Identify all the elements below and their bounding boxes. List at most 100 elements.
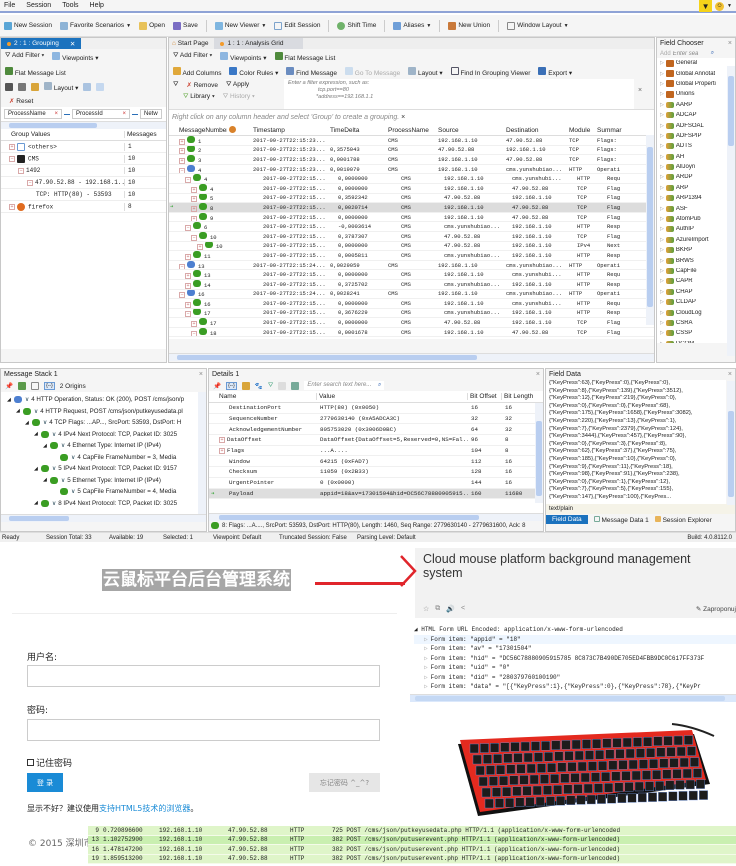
filter-expression-input[interactable]: Enter a filter expression, such as: tcp.… — [284, 79, 634, 109]
field-chooser-item[interactable]: ▷CAPR — [657, 276, 735, 286]
grid-horizontal-scrollbar[interactable] — [169, 353, 654, 361]
close-icon[interactable]: × — [728, 40, 732, 47]
expand-icon[interactable]: ▷ — [660, 258, 664, 264]
username-input[interactable] — [27, 665, 380, 687]
field-chooser-item[interactable]: ▷ASF — [657, 203, 735, 213]
properties-icon[interactable] — [242, 382, 250, 390]
grid-row[interactable]: +162017-09-27T22:15...0,0000000CMS192.16… — [169, 299, 654, 309]
grid-col-messagenumber[interactable]: MessageNumber — [169, 127, 227, 134]
share-icon[interactable]: < — [461, 605, 465, 613]
grid-row[interactable]: +42017-09-27T22:15...0,0000000CMS192.168… — [169, 184, 654, 194]
details-row[interactable]: UrgentPointer0 (0x0000)14416 — [209, 478, 543, 489]
open-button[interactable]: Open — [139, 22, 165, 30]
collapse-icon[interactable]: − — [185, 311, 191, 317]
password-input[interactable] — [27, 719, 380, 741]
collapse-icon[interactable]: − — [179, 292, 185, 298]
field-chooser-item[interactable]: ▷ARDP — [657, 172, 735, 182]
forgot-password-button[interactable]: 忘记密码 ^_^? — [309, 773, 380, 792]
field-data-scrollbar[interactable] — [727, 381, 735, 505]
html5-browser-link[interactable]: 支持HTML5技术的浏览器 — [99, 804, 190, 813]
expand-icon[interactable]: + — [191, 321, 197, 327]
new-session-button[interactable]: New Session — [4, 22, 52, 30]
paste-icon[interactable] — [18, 83, 26, 91]
grid-row[interactable]: +22017-09-27T22:15:23...0,3575043CMS47.9… — [169, 146, 654, 156]
tab-message-data[interactable]: Message Data 1 — [594, 516, 649, 524]
grid-row[interactable]: +142017-09-27T22:15...0,3725702CMScms.yu… — [169, 280, 654, 290]
grid-col-processname[interactable]: ProcessName — [386, 127, 436, 134]
field-chooser-item[interactable]: ▷AuthIP — [657, 224, 735, 234]
expand-icon[interactable]: + — [191, 187, 197, 193]
grid-row[interactable]: −42017-09-27T22:15:23...0,0019079CMS192.… — [169, 165, 654, 175]
close-icon[interactable]: × — [199, 371, 203, 378]
expand-icon[interactable]: ▷ — [660, 154, 664, 160]
filter-icon[interactable]: ▼ — [699, 0, 712, 12]
field-chooser-item[interactable]: ▷ADFSOAL — [657, 120, 735, 130]
expand-icon[interactable]: + — [185, 273, 191, 279]
grid-col-module[interactable]: Module — [567, 127, 595, 134]
col-name[interactable]: Name — [209, 393, 317, 400]
feedback-smiley-icon[interactable]: ☺ — [715, 2, 724, 11]
group-row[interactable]: +firefox8 — [1, 201, 166, 213]
remember-checkbox[interactable] — [27, 759, 34, 766]
layout-button[interactable]: Layout ▾ — [44, 82, 78, 92]
expand-icon[interactable]: ▷ — [660, 102, 664, 108]
history-button[interactable]: ⛛ History ▾ — [223, 93, 255, 101]
collapse-icon[interactable]: ◢ — [16, 408, 20, 414]
form-item-row[interactable]: ▷Form item: "av" = "17301504" — [414, 644, 736, 654]
flat-message-list-button[interactable]: Flat Message List — [1, 65, 166, 79]
collapse-icon[interactable]: − — [185, 177, 191, 183]
expand-icon[interactable]: + — [179, 139, 185, 145]
field-chooser-item[interactable]: ▷Global Properti — [657, 79, 735, 89]
new-viewer-button[interactable]: New Viewer▼ — [215, 22, 267, 30]
grid-row[interactable]: +32017-09-27T22:15:23...0,0001788CMS192.… — [169, 155, 654, 165]
expand-collapse-icon[interactable]: {--} — [226, 382, 237, 390]
message-stack-scrollbar[interactable] — [1, 514, 206, 522]
group-row[interactable]: −149210 — [1, 165, 166, 177]
stack-row[interactable]: ◢∨4 IPv4 Next Protocol: TCP, Packet ID: … — [1, 429, 206, 441]
tab-session-explorer[interactable]: Session Explorer — [655, 516, 712, 524]
expand-icon[interactable]: ▷ — [660, 81, 664, 87]
group-row[interactable]: −CMS10 — [1, 153, 166, 165]
expand-icon[interactable]: ▷ — [660, 164, 664, 170]
field-chooser-item[interactable]: ▷CSRA — [657, 318, 735, 328]
grid-row[interactable]: −42017-09-27T22:15...0,0000000CMS192.168… — [169, 174, 654, 184]
group-row[interactable]: +<others>1 — [1, 141, 166, 153]
details-horizontal-scrollbar[interactable] — [209, 513, 543, 521]
stack-row[interactable]: ∨5 CapFile FrameNumber = 4, Media — [1, 486, 206, 498]
group-chip-network[interactable]: Netw — [140, 109, 162, 119]
filter-toggle-icon[interactable] — [96, 83, 104, 91]
reset-button[interactable]: ✗ Reset — [1, 95, 166, 107]
grid-row[interactable]: −102017-09-27T22:15...0,3787307CMS47.90.… — [169, 232, 654, 242]
collapse-icon[interactable]: ◢ — [34, 431, 38, 437]
copy-icon[interactable]: ⧉ — [435, 605, 440, 613]
window-layout-button[interactable]: Window Layout▼ — [507, 22, 568, 30]
expand-icon[interactable]: ▷ — [660, 330, 664, 336]
expand-icon[interactable]: ▷ — [660, 299, 664, 305]
columns-icon[interactable] — [83, 83, 91, 91]
expand-icon[interactable]: ▷ — [660, 112, 664, 118]
col-value[interactable]: Value — [317, 393, 468, 400]
grid-row[interactable]: +112017-09-27T22:15...0,0005811CMScms.yu… — [169, 251, 654, 261]
close-icon[interactable]: × — [401, 114, 405, 121]
form-item-row[interactable]: ▷Form item: "appid" = "18" — [414, 635, 736, 645]
col-group-values[interactable]: Group Values — [1, 131, 125, 138]
field-chooser-item[interactable]: ▷CSSP — [657, 328, 735, 338]
stack-row[interactable]: ◢∨5 Ethernet Type: Internet IP (IPv4) — [1, 475, 206, 487]
field-chooser-item[interactable]: ▷CapFile — [657, 266, 735, 276]
menu-help[interactable]: Help — [90, 2, 104, 9]
grid-col-icon[interactable] — [227, 126, 251, 135]
details-row[interactable]: +DataOffsetDataOffset{DataOffset=5,Reser… — [209, 435, 543, 446]
details-row[interactable]: SequenceNumber2779630140 (0xA5ADCA3C)323… — [209, 414, 543, 425]
pin-icon[interactable]: 📌 — [213, 382, 221, 390]
form-item-row[interactable]: ▷Form item: "hid" = "DC56C78880905915785… — [414, 654, 736, 664]
expand-icon[interactable]: ▷ — [660, 341, 664, 343]
find-in-grouping-button[interactable]: Find In Grouping Viewer — [451, 67, 531, 77]
field-chooser-item[interactable]: ▷AzureImport — [657, 235, 735, 245]
message-stack-vscroll[interactable] — [198, 392, 206, 514]
collapse-icon[interactable]: − — [191, 235, 197, 241]
apply-filter-button[interactable]: ⛛ Apply — [226, 81, 249, 89]
grid-view-icon[interactable] — [18, 382, 26, 390]
new-union-button[interactable]: New Union — [448, 22, 490, 30]
star-icon[interactable]: ☆ — [423, 605, 429, 613]
expand-icon[interactable]: ▷ — [660, 216, 664, 222]
